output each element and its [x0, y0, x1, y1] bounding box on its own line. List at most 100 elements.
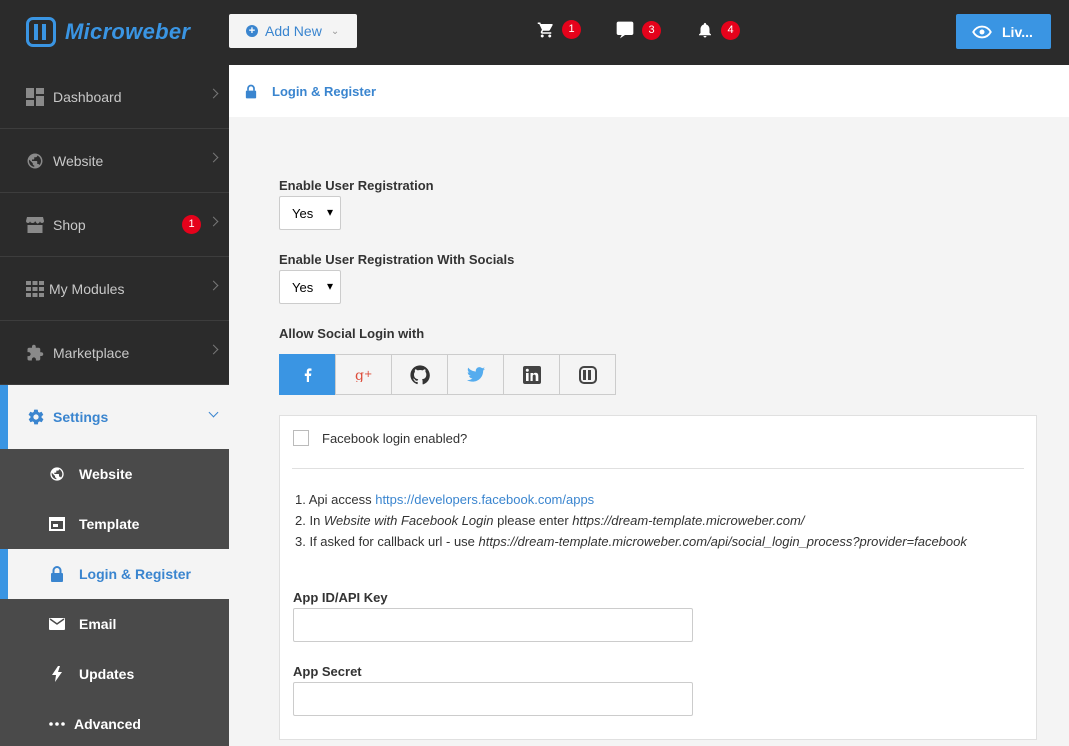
sidebar-item-marketplace[interactable]: Marketplace: [0, 321, 229, 385]
submenu-label: Login & Register: [79, 566, 192, 582]
tab-microweber[interactable]: [559, 354, 616, 395]
bolt-icon: [48, 665, 66, 683]
submenu-label: Advanced: [74, 716, 141, 732]
developers-link[interactable]: https://developers.facebook.com/apps: [375, 492, 594, 507]
tab-facebook[interactable]: [279, 354, 336, 395]
top-bar: Microweber + Add New ⌄ 1 3 4 Liv...: [0, 0, 1069, 65]
comments-notification[interactable]: 3: [615, 20, 661, 40]
tab-linkedin[interactable]: [503, 354, 560, 395]
logo-text: Microweber: [65, 19, 191, 44]
bell-badge: 4: [721, 20, 740, 40]
social-login-label: Allow Social Login with: [279, 326, 425, 341]
submenu-label: Template: [79, 516, 140, 532]
step-emphasis: https://dream-template.microweber.com/ap…: [478, 534, 967, 549]
chevron-right-icon: [208, 280, 219, 291]
instructions-list: 1. Api access https://developers.faceboo…: [295, 489, 967, 552]
chevron-right-icon: [208, 152, 219, 163]
facebook-enabled-label: Facebook login enabled?: [322, 430, 468, 446]
cart-badge: 1: [562, 20, 581, 39]
chevron-down-icon: ⌄: [330, 25, 340, 37]
submenu-item-login-register[interactable]: Login & Register: [0, 549, 229, 599]
live-edit-label: Liv...: [1002, 23, 1033, 40]
eye-icon: [972, 25, 992, 38]
instruction-step-3: 3. If asked for callback url - use https…: [295, 531, 967, 552]
tab-google-plus[interactable]: g +: [335, 354, 392, 395]
submenu-item-website[interactable]: Website: [0, 449, 229, 499]
sidebar-item-label: My Modules: [49, 280, 125, 297]
lock-icon: [48, 565, 66, 583]
sidebar-item-label: Marketplace: [53, 344, 130, 361]
sidebar-item-label: Shop: [53, 216, 86, 233]
sidebar-item-my-modules[interactable]: My Modules: [0, 257, 229, 321]
enable-socials-select[interactable]: Yes: [279, 270, 341, 304]
puzzle-icon: [25, 343, 45, 363]
submenu-label: Website: [79, 466, 133, 482]
submenu-item-email[interactable]: Email: [0, 599, 229, 649]
enable-registration-select[interactable]: Yes: [279, 196, 341, 230]
add-new-label: Add New: [265, 23, 322, 39]
sidebar-item-website[interactable]: Website: [0, 129, 229, 193]
live-edit-button[interactable]: Liv...: [956, 14, 1051, 49]
bell-notification[interactable]: 4: [696, 20, 740, 40]
sidebar: Dashboard Website Shop 1 My Modules Mark…: [0, 65, 229, 746]
tab-github[interactable]: [391, 354, 448, 395]
divider: [292, 468, 1024, 469]
settings-label: Settings: [53, 409, 109, 425]
step-text: please enter: [493, 513, 573, 528]
gear-icon: [27, 408, 45, 426]
facebook-enabled-row: Facebook login enabled?: [293, 430, 467, 446]
page-title: Login & Register: [272, 83, 377, 99]
globe-icon: [25, 151, 45, 171]
template-icon: [48, 515, 66, 533]
app-secret-label: App Secret: [293, 664, 362, 679]
app-id-label: App ID/API Key: [293, 590, 388, 605]
cart-icon: [537, 22, 553, 37]
chevron-right-icon: [208, 216, 219, 227]
sidebar-item-label: Website: [53, 152, 104, 169]
step-emphasis: Website with Facebook Login: [323, 513, 494, 528]
tab-twitter[interactable]: [447, 354, 504, 395]
add-new-button[interactable]: + Add New ⌄: [229, 14, 357, 48]
comments-badge: 3: [642, 20, 661, 40]
settings-submenu: Website Template Login & Register Email …: [0, 449, 229, 746]
dots-icon: [48, 715, 66, 733]
bell-icon: [699, 22, 711, 38]
sidebar-item-shop[interactable]: Shop 1: [0, 193, 229, 257]
facebook-icon: [304, 367, 311, 382]
app-id-input[interactable]: [293, 608, 693, 642]
facebook-settings-panel: Facebook login enabled? 1. Api access ht…: [279, 415, 1037, 740]
app-secret-input[interactable]: [293, 682, 693, 716]
submenu-item-template[interactable]: Template: [0, 499, 229, 549]
google-plus-icon: g +: [355, 368, 372, 382]
shop-badge: 1: [182, 215, 201, 234]
page-header: Login & Register: [229, 65, 1069, 117]
dashboard-icon: [25, 87, 45, 107]
lock-icon: [245, 84, 257, 99]
enable-registration-label: Enable User Registration: [279, 178, 434, 193]
modules-icon: [25, 279, 45, 299]
logo[interactable]: Microweber: [26, 15, 190, 49]
chevron-right-icon: [208, 344, 219, 355]
submenu-item-advanced[interactable]: Advanced: [0, 699, 229, 746]
instruction-step-2: 2. In Website with Facebook Login please…: [295, 510, 967, 531]
sidebar-item-settings[interactable]: Settings: [0, 385, 229, 449]
shop-icon: [25, 215, 45, 235]
submenu-label: Updates: [79, 666, 135, 682]
facebook-enabled-checkbox[interactable]: [293, 430, 309, 446]
submenu-item-updates[interactable]: Updates: [0, 649, 229, 699]
globe-icon: [48, 465, 66, 483]
linkedin-icon: [522, 365, 541, 384]
step-emphasis: https://dream-template.microweber.com/: [572, 513, 805, 528]
microweber-icon: [578, 365, 597, 384]
sidebar-item-label: Dashboard: [53, 88, 122, 105]
step-text: 3. If asked for callback url - use: [295, 534, 479, 549]
instruction-step-1: 1. Api access https://developers.faceboo…: [295, 489, 967, 510]
github-icon: [409, 364, 430, 384]
sidebar-item-dashboard[interactable]: Dashboard: [0, 65, 229, 129]
social-provider-tabs: g +: [279, 354, 616, 395]
comment-icon: [616, 21, 634, 39]
cart-notification[interactable]: 1: [537, 20, 581, 39]
mail-icon: [48, 615, 66, 633]
step-text: 1. Api access: [295, 492, 376, 507]
twitter-icon: [466, 367, 485, 382]
